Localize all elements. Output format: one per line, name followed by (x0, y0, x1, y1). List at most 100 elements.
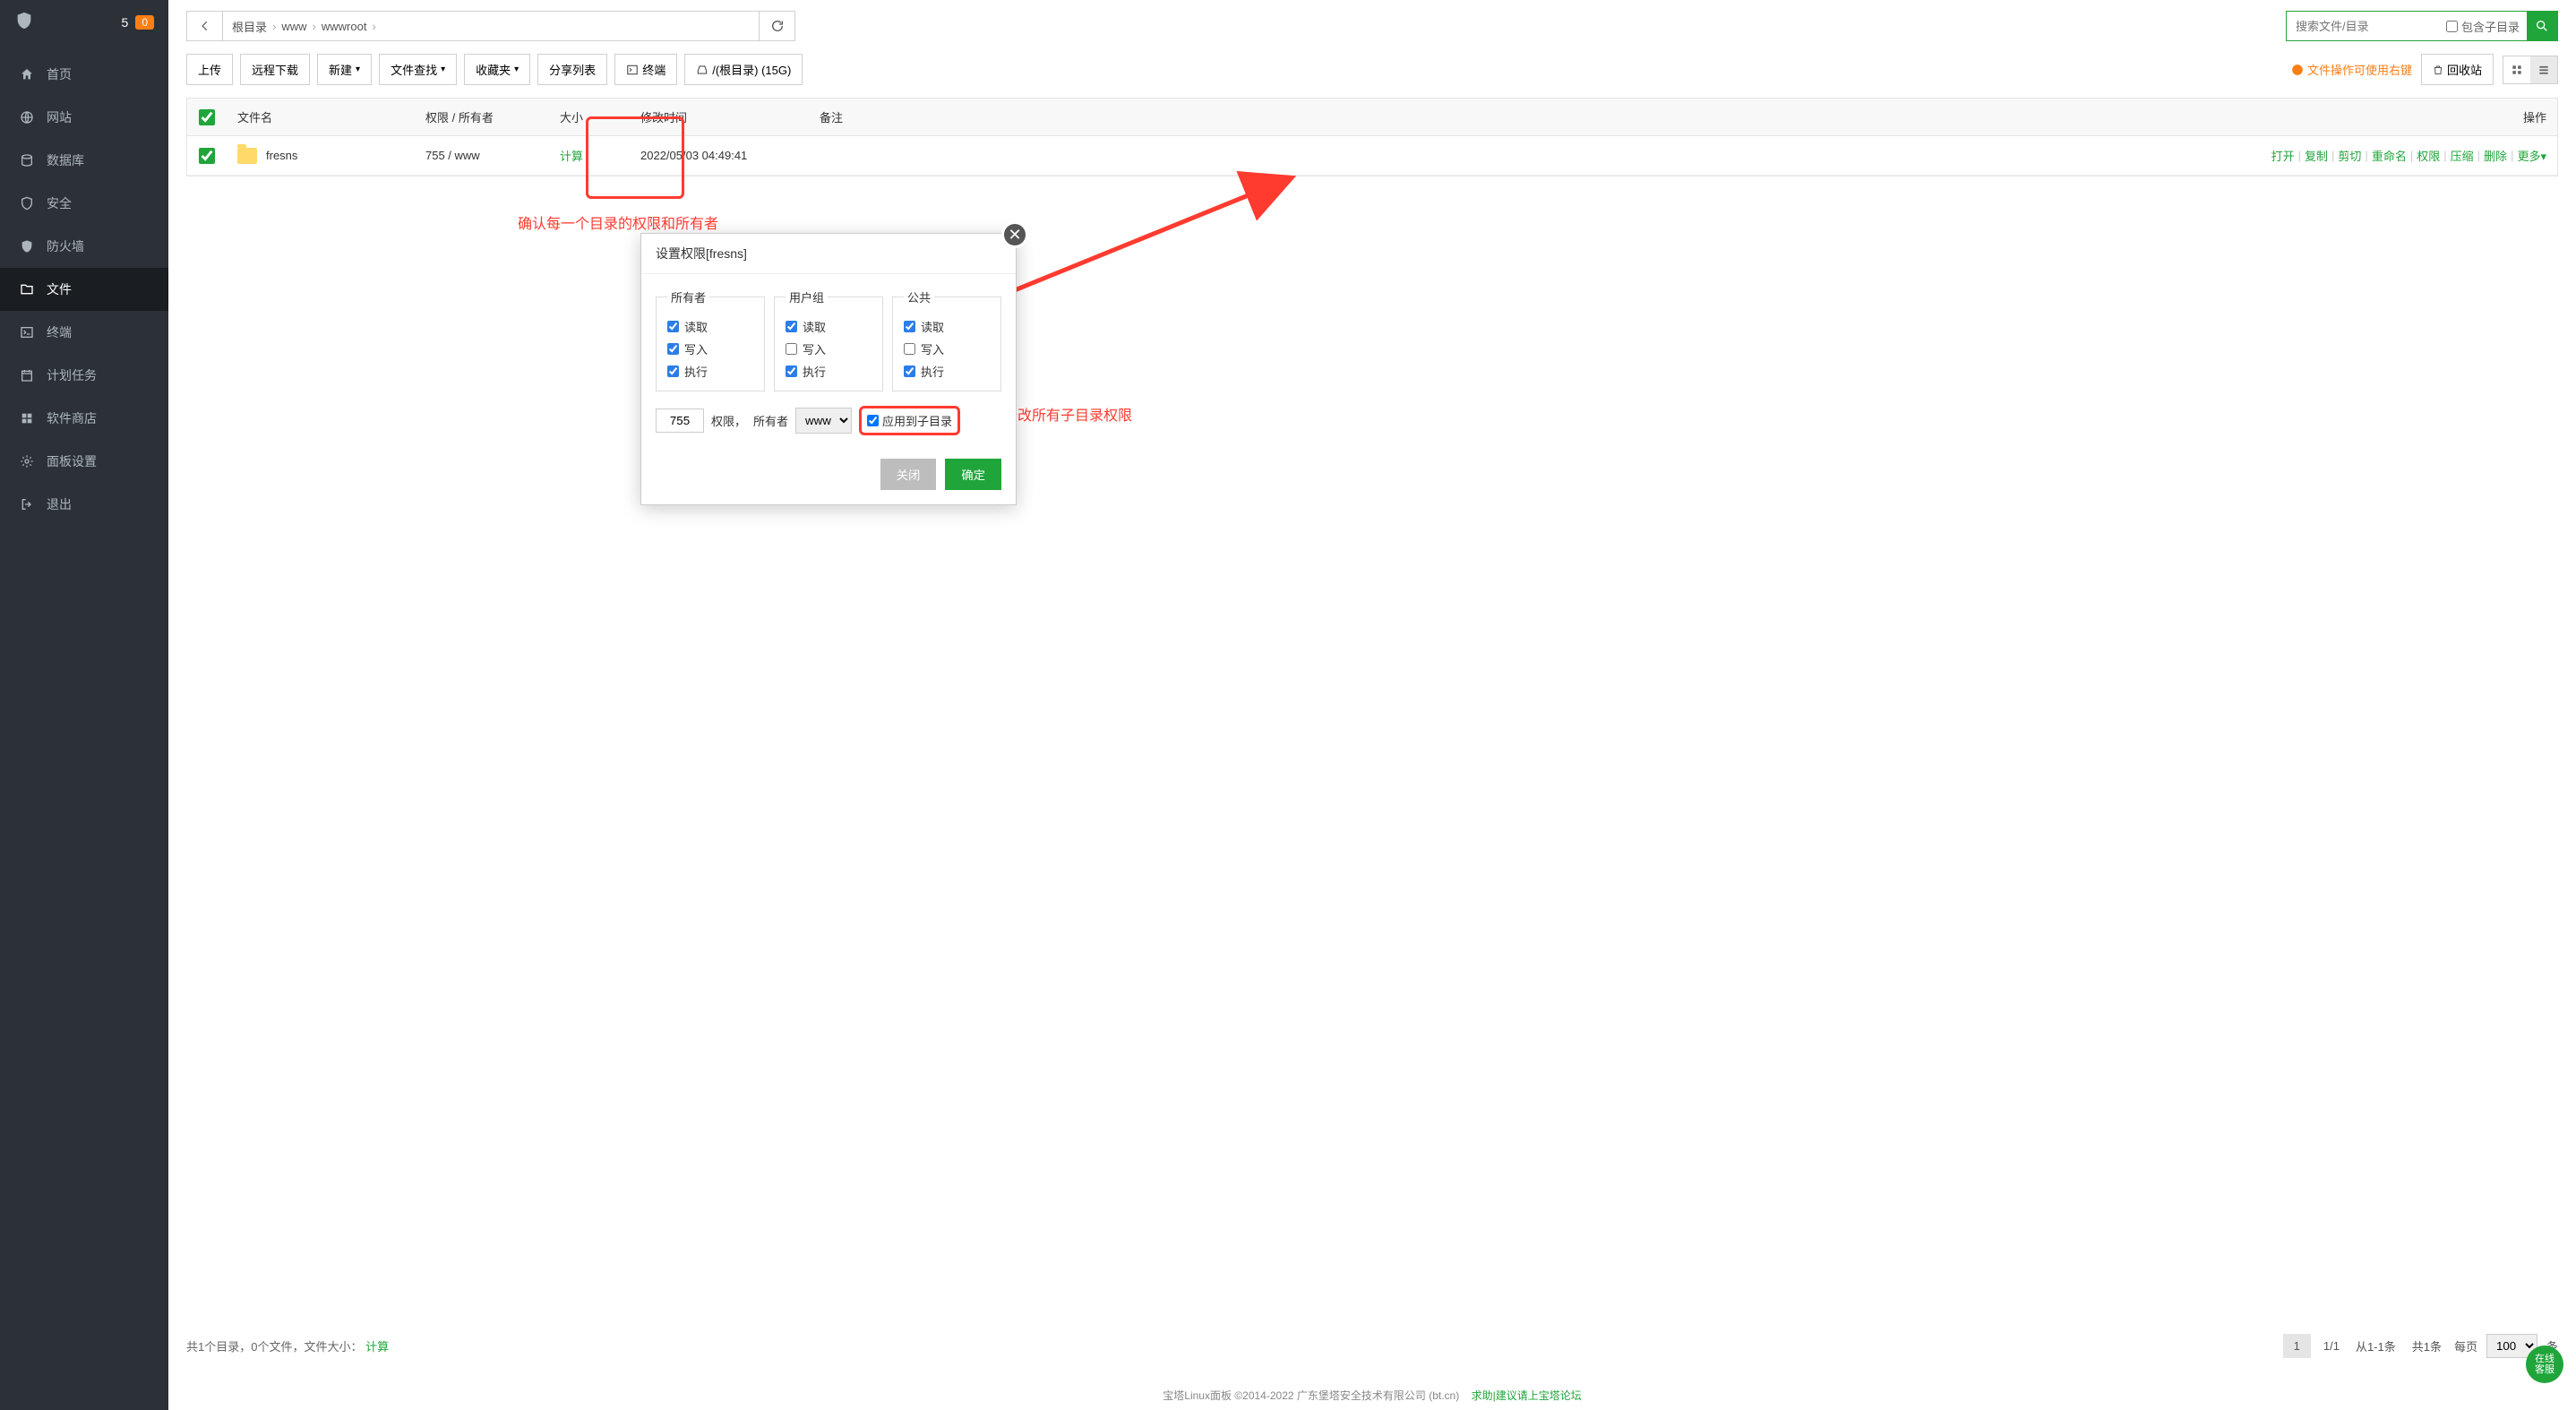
group-exec-checkbox[interactable] (786, 365, 797, 377)
menu-label: 首页 (47, 65, 72, 83)
favorites-button[interactable]: 收藏夹▾ (464, 54, 530, 85)
menu-files[interactable]: 文件 (0, 268, 168, 311)
page-range: 从1-1条 (2352, 1332, 2400, 1360)
menu-label: 安全 (47, 194, 72, 212)
modal-cancel-button[interactable]: 关闭 (880, 459, 937, 490)
file-name[interactable]: fresns (266, 149, 297, 162)
search-button[interactable] (2527, 11, 2557, 41)
row-checkbox[interactable] (199, 148, 215, 164)
folder-icon (237, 148, 257, 164)
new-button[interactable]: 新建▾ (317, 54, 372, 85)
menu-label: 软件商店 (47, 409, 97, 427)
apply-to-subdir-checkbox[interactable] (867, 415, 879, 426)
menu-home[interactable]: 首页 (0, 53, 168, 96)
group-read-checkbox[interactable] (786, 321, 797, 332)
th-size[interactable]: 大小 (549, 108, 630, 125)
op-copy[interactable]: 复制 (2305, 147, 2328, 164)
table-row[interactable]: fresns 755 / www 计算 2022/05/03 04:49:41 … (187, 136, 2557, 176)
footer-help-link[interactable]: 求助|建议请上宝塔论坛 (1472, 1389, 1582, 1402)
menu-site[interactable]: 网站 (0, 96, 168, 139)
header-badge[interactable]: 0 (135, 15, 154, 30)
public-exec-checkbox[interactable] (904, 365, 915, 377)
menu-label: 面板设置 (47, 452, 97, 470)
terminal-icon (626, 64, 639, 76)
include-subdir-label: 包含子目录 (2461, 18, 2520, 35)
refresh-button[interactable] (759, 12, 794, 40)
op-delete[interactable]: 删除 (2484, 147, 2507, 164)
owner-select[interactable]: www (795, 408, 852, 434)
menu-db[interactable]: 数据库 (0, 139, 168, 182)
th-permission[interactable]: 权限 / 所有者 (415, 108, 549, 125)
op-cut[interactable]: 剪切 (2338, 147, 2361, 164)
owner-read-checkbox[interactable] (667, 321, 679, 332)
page-current[interactable]: 1 (2283, 1334, 2311, 1358)
public-read-checkbox[interactable] (904, 321, 915, 332)
share-list-button[interactable]: 分享列表 (537, 54, 607, 85)
shield-logo-icon (14, 11, 34, 33)
owner-label: 所有者 (753, 412, 788, 429)
perm-numeric-input[interactable] (656, 408, 704, 433)
file-table: 文件名 权限 / 所有者 大小 修改时间 备注 操作 fresns 755 / … (186, 98, 2558, 176)
find-file-button[interactable]: 文件查找▾ (379, 54, 457, 85)
search-box: 包含子目录 (2286, 11, 2558, 41)
op-open[interactable]: 打开 (2271, 147, 2295, 164)
include-subdir-checkbox[interactable] (2446, 21, 2458, 32)
menu-logout[interactable]: 退出 (0, 483, 168, 526)
menu-label: 文件 (47, 280, 72, 298)
menu-firewall[interactable]: 防火墙 (0, 225, 168, 268)
trash-button[interactable]: 回收站 (2421, 54, 2494, 85)
chevron-right-icon: › (272, 20, 276, 33)
perm-group-owner: 所有者 读取 写入 执行 (656, 288, 765, 391)
breadcrumb-seg[interactable]: wwwroot (322, 20, 367, 33)
back-button[interactable] (187, 12, 223, 40)
footer-calc-link[interactable]: 计算 (365, 1340, 389, 1354)
search-include-subdir[interactable]: 包含子目录 (2439, 18, 2527, 35)
sidebar-menu: 首页 网站 数据库 安全 防火墙 文件 终端 计划任务 软件商店 面板设置 退出 (0, 53, 168, 526)
owner-exec-checkbox[interactable] (667, 365, 679, 377)
disk-button[interactable]: /(根目录) (15G) (684, 54, 803, 85)
remote-download-button[interactable]: 远程下载 (240, 54, 310, 85)
sidebar-top: 5 0 (0, 0, 168, 44)
menu-terminal[interactable]: 终端 (0, 311, 168, 354)
modal-ok-button[interactable]: 确定 (945, 459, 1001, 490)
header-alert-count[interactable]: 5 (122, 15, 129, 30)
menu-cron[interactable]: 计划任务 (0, 354, 168, 397)
trash-icon (2433, 64, 2443, 75)
group-write-checkbox[interactable] (786, 343, 797, 355)
cell-permission[interactable]: 755 / www (415, 149, 549, 162)
th-note[interactable]: 备注 (809, 108, 2253, 125)
view-list-button[interactable] (2530, 56, 2557, 83)
modal-title: 设置权限[fresns] (641, 234, 1016, 274)
modal-close-button[interactable]: ✕ (1001, 221, 1028, 248)
op-more[interactable]: 更多▾ (2517, 147, 2546, 164)
menu-settings[interactable]: 面板设置 (0, 440, 168, 483)
select-all-checkbox[interactable] (199, 109, 215, 125)
permission-modal: ✕ 设置权限[fresns] 所有者 读取 写入 执行 用户组 读取 写入 执行 (640, 233, 1017, 505)
th-mtime[interactable]: 修改时间 (630, 108, 809, 125)
op-compress[interactable]: 压缩 (2451, 147, 2474, 164)
menu-store[interactable]: 软件商店 (0, 397, 168, 440)
menu-label: 网站 (47, 108, 72, 126)
chevron-down-icon: ▾ (356, 64, 360, 74)
calc-size-link[interactable]: 计算 (560, 147, 583, 164)
terminal-button[interactable]: 终端 (614, 54, 677, 85)
breadcrumb-seg[interactable]: www (281, 20, 306, 33)
upload-button[interactable]: 上传 (186, 54, 233, 85)
perm-group-group: 用户组 读取 写入 执行 (774, 288, 883, 391)
op-rename[interactable]: 重命名 (2372, 147, 2407, 164)
apply-to-subdir[interactable]: 应用到子目录 (859, 406, 960, 435)
footer-copyright: 宝塔Linux面板 ©2014-2022 广东堡塔安全技术有限公司 (bt.cn… (186, 1388, 2558, 1403)
view-toggle (2503, 56, 2558, 84)
menu-security[interactable]: 安全 (0, 182, 168, 225)
support-fab[interactable]: 在线 客服 (2526, 1346, 2563, 1383)
op-permission[interactable]: 权限 (2417, 147, 2440, 164)
perm-group-group-label: 用户组 (786, 288, 828, 305)
perpage-pre: 每页 (2454, 1337, 2477, 1354)
page-count: 共1条 (2409, 1332, 2445, 1360)
view-grid-button[interactable] (2503, 56, 2530, 83)
owner-write-checkbox[interactable] (667, 343, 679, 355)
public-write-checkbox[interactable] (904, 343, 915, 355)
breadcrumb-root[interactable]: 根目录 (232, 18, 267, 35)
search-input[interactable] (2287, 20, 2439, 33)
th-name[interactable]: 文件名 (227, 108, 415, 125)
